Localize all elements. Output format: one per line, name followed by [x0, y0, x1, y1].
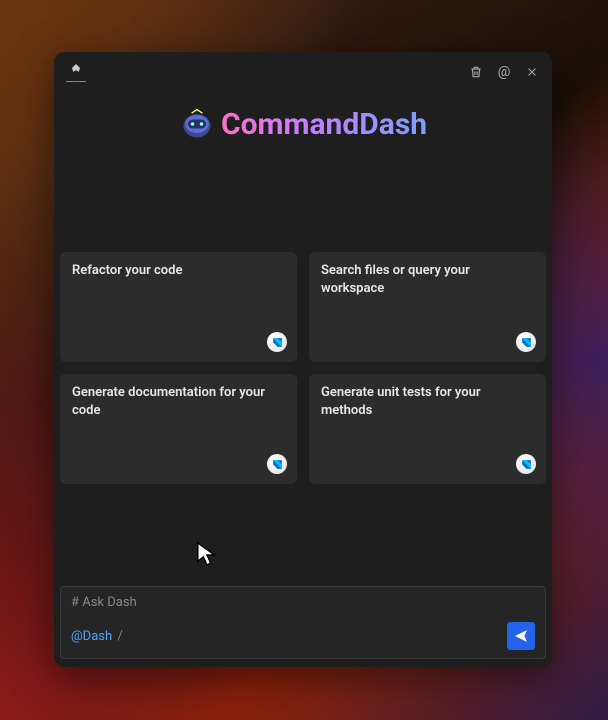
dart-icon [267, 332, 287, 352]
brand: CommandDash [54, 106, 552, 142]
brand-title: CommandDash [221, 107, 427, 142]
chat-input[interactable]: # Ask Dash @Dash / [60, 586, 546, 659]
dart-icon [267, 454, 287, 474]
header-actions: @ [468, 64, 540, 80]
trash-button[interactable] [468, 64, 484, 80]
suggestion-grid: Refactor your code Search files or query… [54, 252, 552, 484]
card-label: Generate documentation for your code [72, 385, 265, 418]
header-left [66, 62, 86, 82]
mention-tag[interactable]: @Dash / [71, 629, 123, 644]
card-refactor[interactable]: Refactor your code [60, 252, 297, 362]
panel-header: @ [54, 52, 552, 88]
robot-icon [68, 62, 84, 78]
trash-icon [469, 65, 483, 79]
send-icon [513, 628, 529, 644]
dart-icon [516, 454, 536, 474]
send-button[interactable] [507, 622, 535, 650]
brand-logo-icon [179, 106, 215, 142]
app-tab-icon[interactable] [66, 62, 86, 82]
close-icon [526, 66, 538, 78]
input-row: @Dash / [71, 622, 535, 650]
dart-icon [516, 332, 536, 352]
slash-text: / [117, 629, 122, 644]
input-placeholder: # Ask Dash [71, 595, 535, 610]
card-tests[interactable]: Generate unit tests for your methods [309, 374, 546, 484]
command-dash-panel: @ CommandDash Refactor your code [54, 52, 552, 667]
card-label: Generate unit tests for your methods [321, 385, 481, 418]
close-button[interactable] [524, 64, 540, 80]
card-search[interactable]: Search files or query your workspace [309, 252, 546, 362]
mention-button[interactable]: @ [496, 64, 512, 80]
card-label: Search files or query your workspace [321, 263, 470, 296]
mention-text: @Dash [71, 629, 112, 644]
card-label: Refactor your code [72, 263, 182, 278]
card-docs[interactable]: Generate documentation for your code [60, 374, 297, 484]
